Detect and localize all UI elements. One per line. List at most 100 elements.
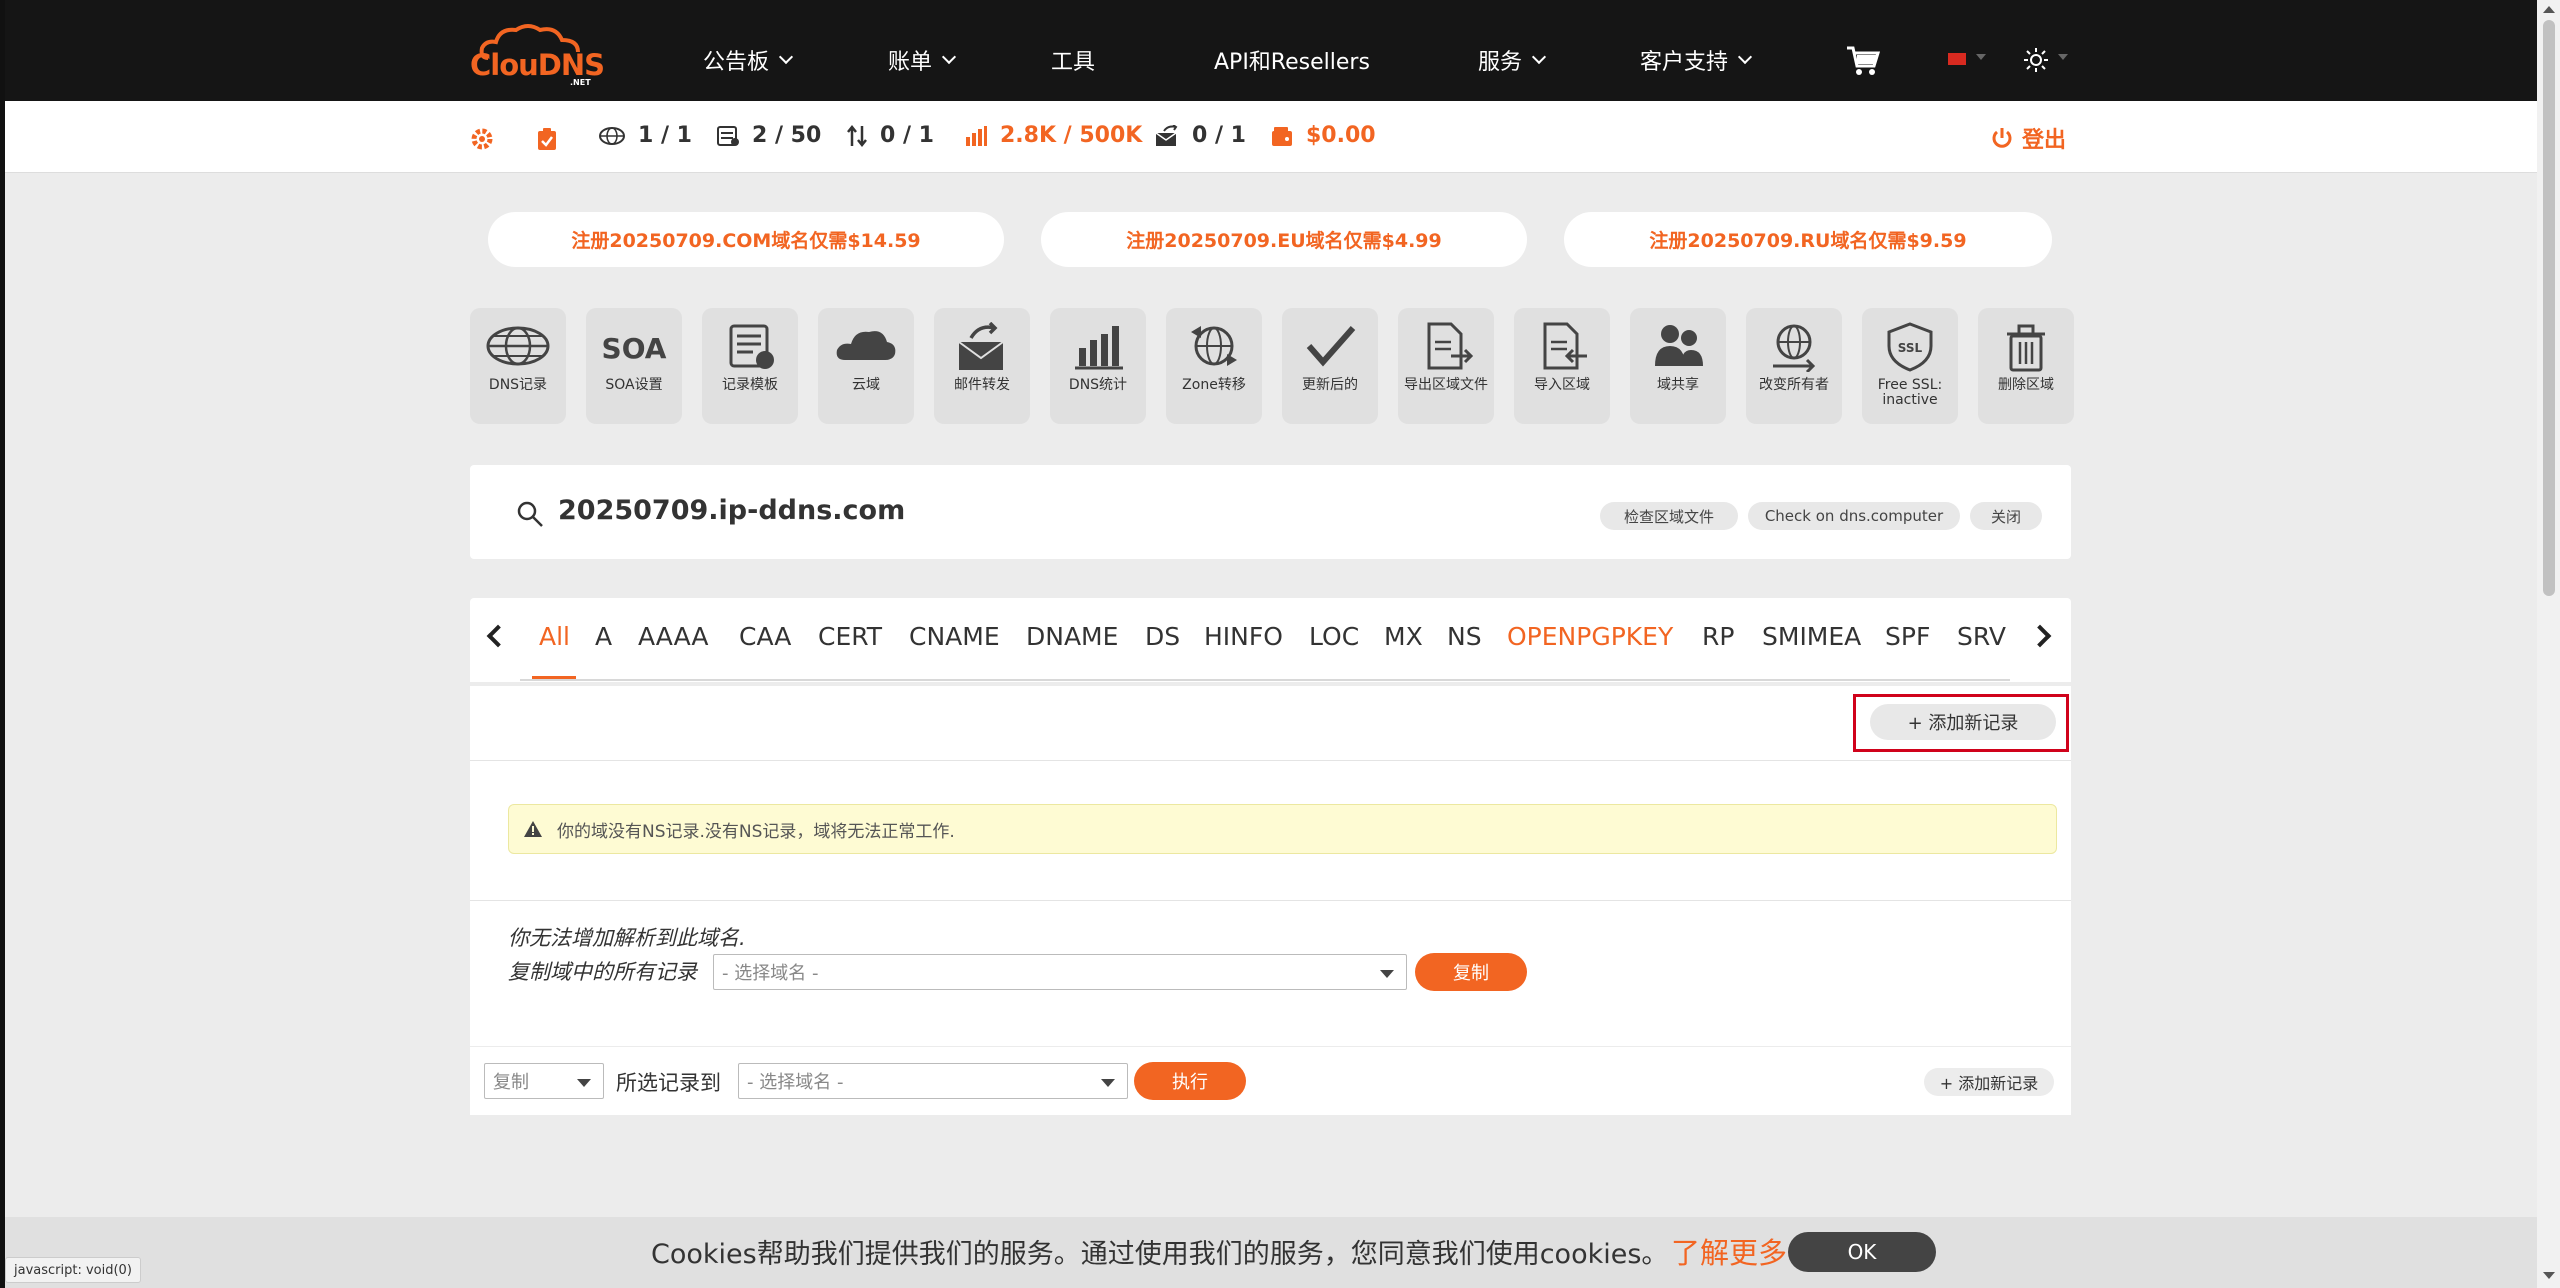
tab-ds[interactable]: DS <box>1145 622 1180 651</box>
tab-srv[interactable]: SRV <box>1957 622 2006 651</box>
execute-button[interactable]: 执行 <box>1134 1062 1246 1100</box>
logo-sub: .NET <box>570 78 591 87</box>
logout-button[interactable]: 登出 <box>1990 122 2066 154</box>
tab-openpgpkey[interactable]: OPENPGPKEY <box>1507 622 1673 651</box>
tab-caa[interactable]: CAA <box>739 622 791 651</box>
cart-icon[interactable] <box>1846 46 1881 80</box>
target-domain-select[interactable]: - 选择域名 - <box>738 1063 1128 1099</box>
tab-dname[interactable]: DNAME <box>1026 622 1118 651</box>
change-owner-icon <box>1773 324 1816 372</box>
promo-ru[interactable]: 注册20250709.RU域名仅需$9.59 <box>1564 212 2052 267</box>
tab-cname[interactable]: CNAME <box>909 622 1000 651</box>
stat-mail[interactable]: 0 / 1 <box>1154 123 1246 148</box>
stat-transfers[interactable]: 0 / 1 <box>846 123 934 148</box>
learn-more-link[interactable]: 了解更多 <box>1671 1230 1787 1272</box>
tool-zone-transfer[interactable]: Zone转移 <box>1166 308 1262 424</box>
chevron-down-icon <box>1101 1079 1115 1087</box>
target-domain-value: - 选择域名 - <box>747 1072 844 1093</box>
tool-cloud-domain[interactable]: 云域 <box>818 308 914 424</box>
nav-services[interactable]: 服务 <box>1478 44 1547 76</box>
nav-tools-label: 工具 <box>1051 50 1096 75</box>
mail-forward-icon <box>958 322 1004 370</box>
active-tab-indicator <box>532 676 576 679</box>
check-zone-file-button[interactable]: 检查区域文件 <box>1600 502 1738 530</box>
tool-free-ssl[interactable]: SSL Free SSL: inactive <box>1862 308 1958 424</box>
globe-stat-icon <box>599 126 625 145</box>
tool-label: SOA设置 <box>605 377 663 393</box>
tool-dns-records[interactable]: DNS记录 <box>470 308 566 424</box>
theme-chevron-icon[interactable] <box>2058 54 2068 60</box>
tool-soa[interactable]: SOA SOA设置 <box>586 308 682 424</box>
cookie-ok-button[interactable]: OK <box>1788 1232 1936 1272</box>
stat-queries[interactable]: 2.8K / 500K <box>964 123 1142 148</box>
chevron-down-icon <box>778 49 794 65</box>
scroll-down-arrow-icon[interactable] <box>2543 1272 2555 1279</box>
tab-aaaa[interactable]: AAAA <box>638 622 709 651</box>
status-url: javascript: void(0) <box>5 1257 141 1283</box>
stat-records[interactable]: 2 / 50 <box>716 123 821 148</box>
chevron-right-icon[interactable] <box>2028 624 2052 648</box>
tab-smimea[interactable]: SMIMEA <box>1762 622 1861 651</box>
tab-all[interactable]: All <box>539 622 570 651</box>
nav-support[interactable]: 客户支持 <box>1640 44 1753 76</box>
tool-dns-stats[interactable]: DNS统计 <box>1050 308 1146 424</box>
nav-services-label: 服务 <box>1478 50 1523 75</box>
close-button[interactable]: 关闭 <box>1970 502 2042 530</box>
tool-updated[interactable]: 更新后的 <box>1282 308 1378 424</box>
action-select[interactable]: 复制 <box>484 1063 604 1099</box>
tool-label: 删除区域 <box>1998 377 2054 393</box>
promo-eu[interactable]: 注册20250709.EU域名仅需$4.99 <box>1041 212 1527 267</box>
tab-hinfo[interactable]: HINFO <box>1204 622 1283 651</box>
chevron-down-icon <box>1737 49 1753 65</box>
tool-domain-share[interactable]: 域共享 <box>1630 308 1726 424</box>
tab-rp[interactable]: RP <box>1702 622 1734 651</box>
nav-api[interactable]: API和Resellers <box>1214 44 1370 76</box>
tool-label: DNS统计 <box>1068 377 1128 393</box>
nav-billing[interactable]: 账单 <box>888 44 957 76</box>
tool-delete-zone[interactable]: 删除区域 <box>1978 308 2074 424</box>
stat-balance[interactable]: $0.00 <box>1270 123 1376 148</box>
tool-mail-forward[interactable]: 邮件转发 <box>934 308 1030 424</box>
tool-export-zone[interactable]: 导出区域文件 <box>1398 308 1494 424</box>
language-chevron-icon[interactable] <box>1976 54 1986 60</box>
chevron-left-icon[interactable] <box>486 624 510 648</box>
tab-mx[interactable]: MX <box>1384 622 1423 651</box>
scroll-up-arrow-icon[interactable] <box>2543 6 2555 13</box>
flag-cn-icon[interactable] <box>1948 53 1966 65</box>
domain-select[interactable]: - 选择域名 - <box>713 954 1407 990</box>
nav-bulletin[interactable]: 公告板 <box>703 44 794 76</box>
nav-api-label: API和Resellers <box>1214 50 1370 75</box>
tab-spf[interactable]: SPF <box>1885 622 1930 651</box>
zone-transfer-icon <box>1191 326 1237 366</box>
tool-label: 域共享 <box>1657 377 1699 393</box>
tab-loc[interactable]: LOC <box>1309 622 1359 651</box>
stat-queries-value: 2.8K / 500K <box>1000 123 1143 148</box>
tab-ns[interactable]: NS <box>1447 622 1482 651</box>
tab-a[interactable]: A <box>595 622 612 651</box>
copy-info-line: 你无法增加解析到此域名. <box>508 926 746 950</box>
tool-label: 云域 <box>852 377 880 393</box>
scrollbar-thumb[interactable] <box>2543 20 2555 596</box>
domain-title: 20250709.ip-ddns.com <box>558 495 906 526</box>
add-record-small-button[interactable]: + 添加新记录 <box>1924 1068 2054 1096</box>
nav-billing-label: 账单 <box>888 50 933 75</box>
check-dns-computer-button[interactable]: Check on dns.computer <box>1748 502 1960 530</box>
tool-templates[interactable]: 记录模板 <box>702 308 798 424</box>
sun-icon[interactable] <box>2024 48 2048 76</box>
warning-text: 你的域没有NS记录.没有NS记录，域将无法正常工作. <box>557 821 955 842</box>
nav-tools[interactable]: 工具 <box>1051 44 1095 76</box>
settings-gear-icon[interactable] <box>470 127 494 151</box>
stat-zones[interactable]: 1 / 1 <box>598 123 692 148</box>
cloudns-logo[interactable]: ClouDNS .NET <box>470 22 605 87</box>
tool-change-owner[interactable]: 改变所有者 <box>1746 308 1842 424</box>
tab-cert[interactable]: CERT <box>818 622 882 651</box>
divider <box>470 900 2071 901</box>
tool-import-zone[interactable]: 导入区域 <box>1514 308 1610 424</box>
search-icon[interactable] <box>514 498 546 530</box>
ssl-shield-icon: SSL <box>1887 322 1933 372</box>
clipboard-check-icon[interactable] <box>536 127 558 151</box>
promo-com[interactable]: 注册20250709.COM域名仅需$14.59 <box>488 212 1004 267</box>
chevron-down-icon <box>1531 49 1547 65</box>
cookie-text: Cookies帮助我们提供我们的服务。通过使用我们的服务，您同意我们使用cook… <box>651 1239 1669 1270</box>
copy-button[interactable]: 复制 <box>1415 953 1527 991</box>
